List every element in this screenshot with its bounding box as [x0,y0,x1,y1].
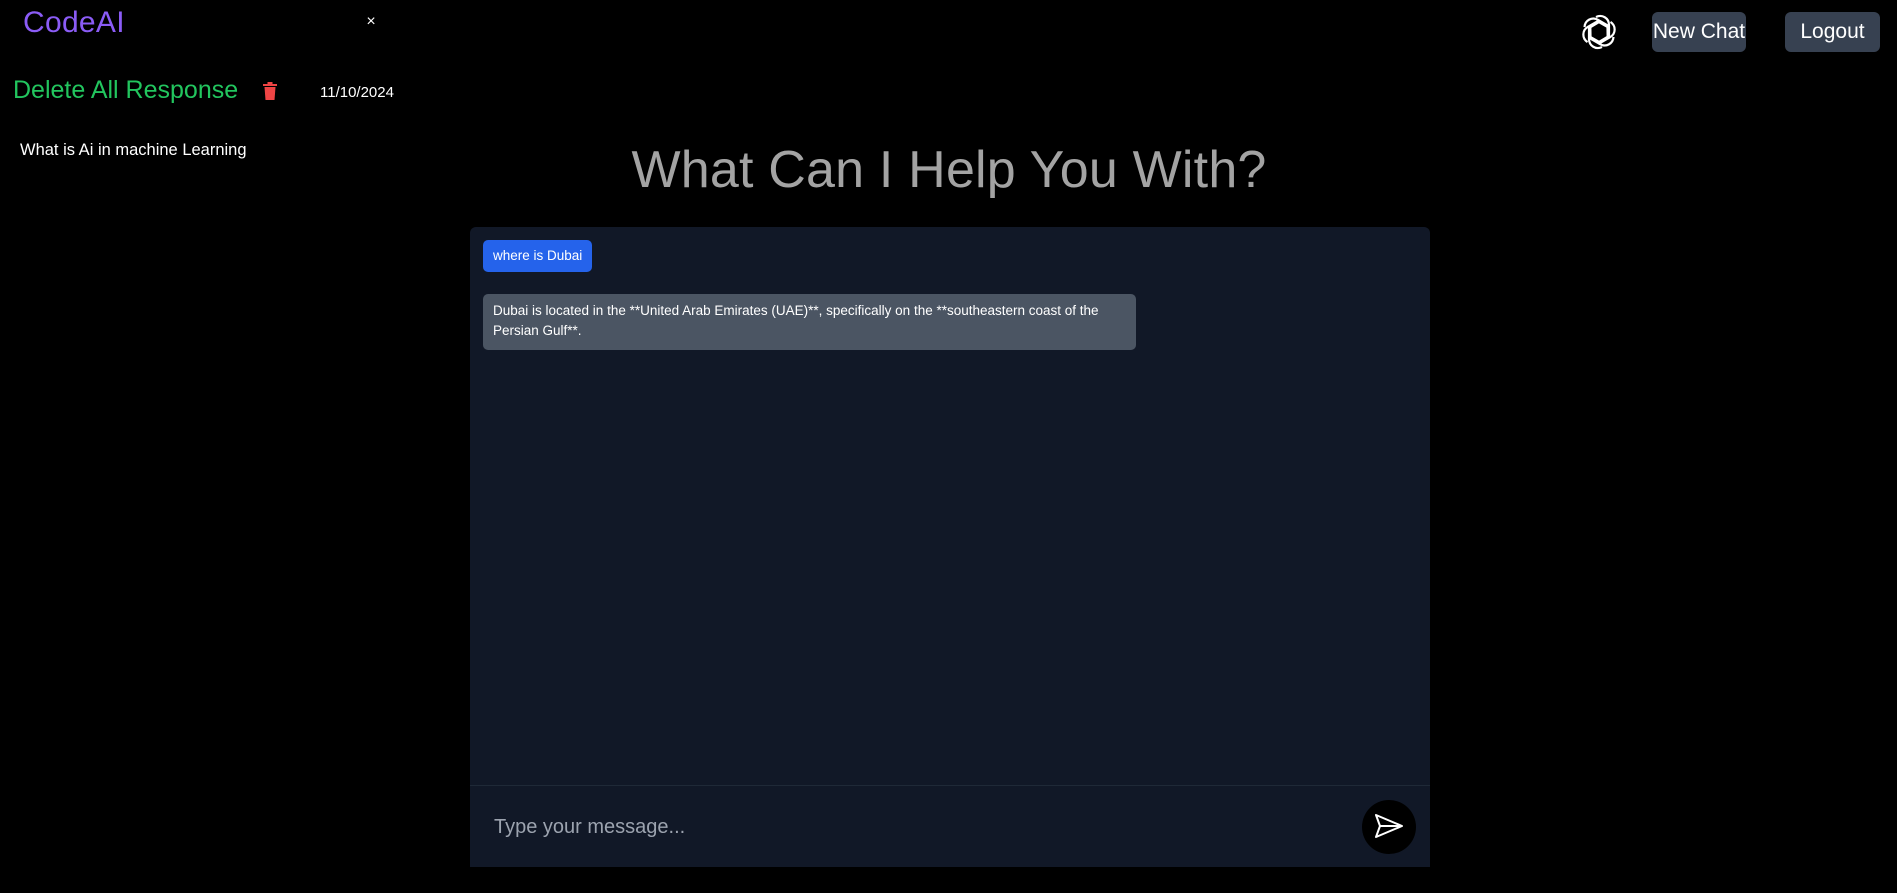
delete-all-response-button[interactable]: Delete All Response [13,76,238,105]
assistant-message: Dubai is located in the **United Arab Em… [483,294,1136,350]
app-root: CodeAI × Delete All Response 11/10/2024 … [0,0,1897,893]
trash-icon[interactable] [262,82,278,100]
sidebar: CodeAI × Delete All Response 11/10/2024 … [0,0,400,893]
brand-title: CodeAI [23,6,125,39]
close-sidebar-button[interactable]: × [362,12,380,32]
message-input[interactable] [492,804,1316,850]
history-date: 11/10/2024 [320,84,394,101]
logout-button[interactable]: Logout [1785,12,1880,52]
message-list[interactable]: where is Dubai Dubai is located in the *… [470,227,1430,785]
send-button[interactable] [1362,800,1416,854]
new-chat-button[interactable]: New Chat [1652,12,1746,52]
user-message: where is Dubai [483,240,593,272]
openai-logo-icon [1579,12,1619,52]
send-icon [1374,813,1404,842]
message-input-bar [470,785,1430,867]
chat-panel: where is Dubai Dubai is located in the *… [470,227,1430,867]
page-title: What Can I Help You With? [631,141,1267,199]
history-item[interactable]: What is Ai in machine Learning [20,141,247,160]
